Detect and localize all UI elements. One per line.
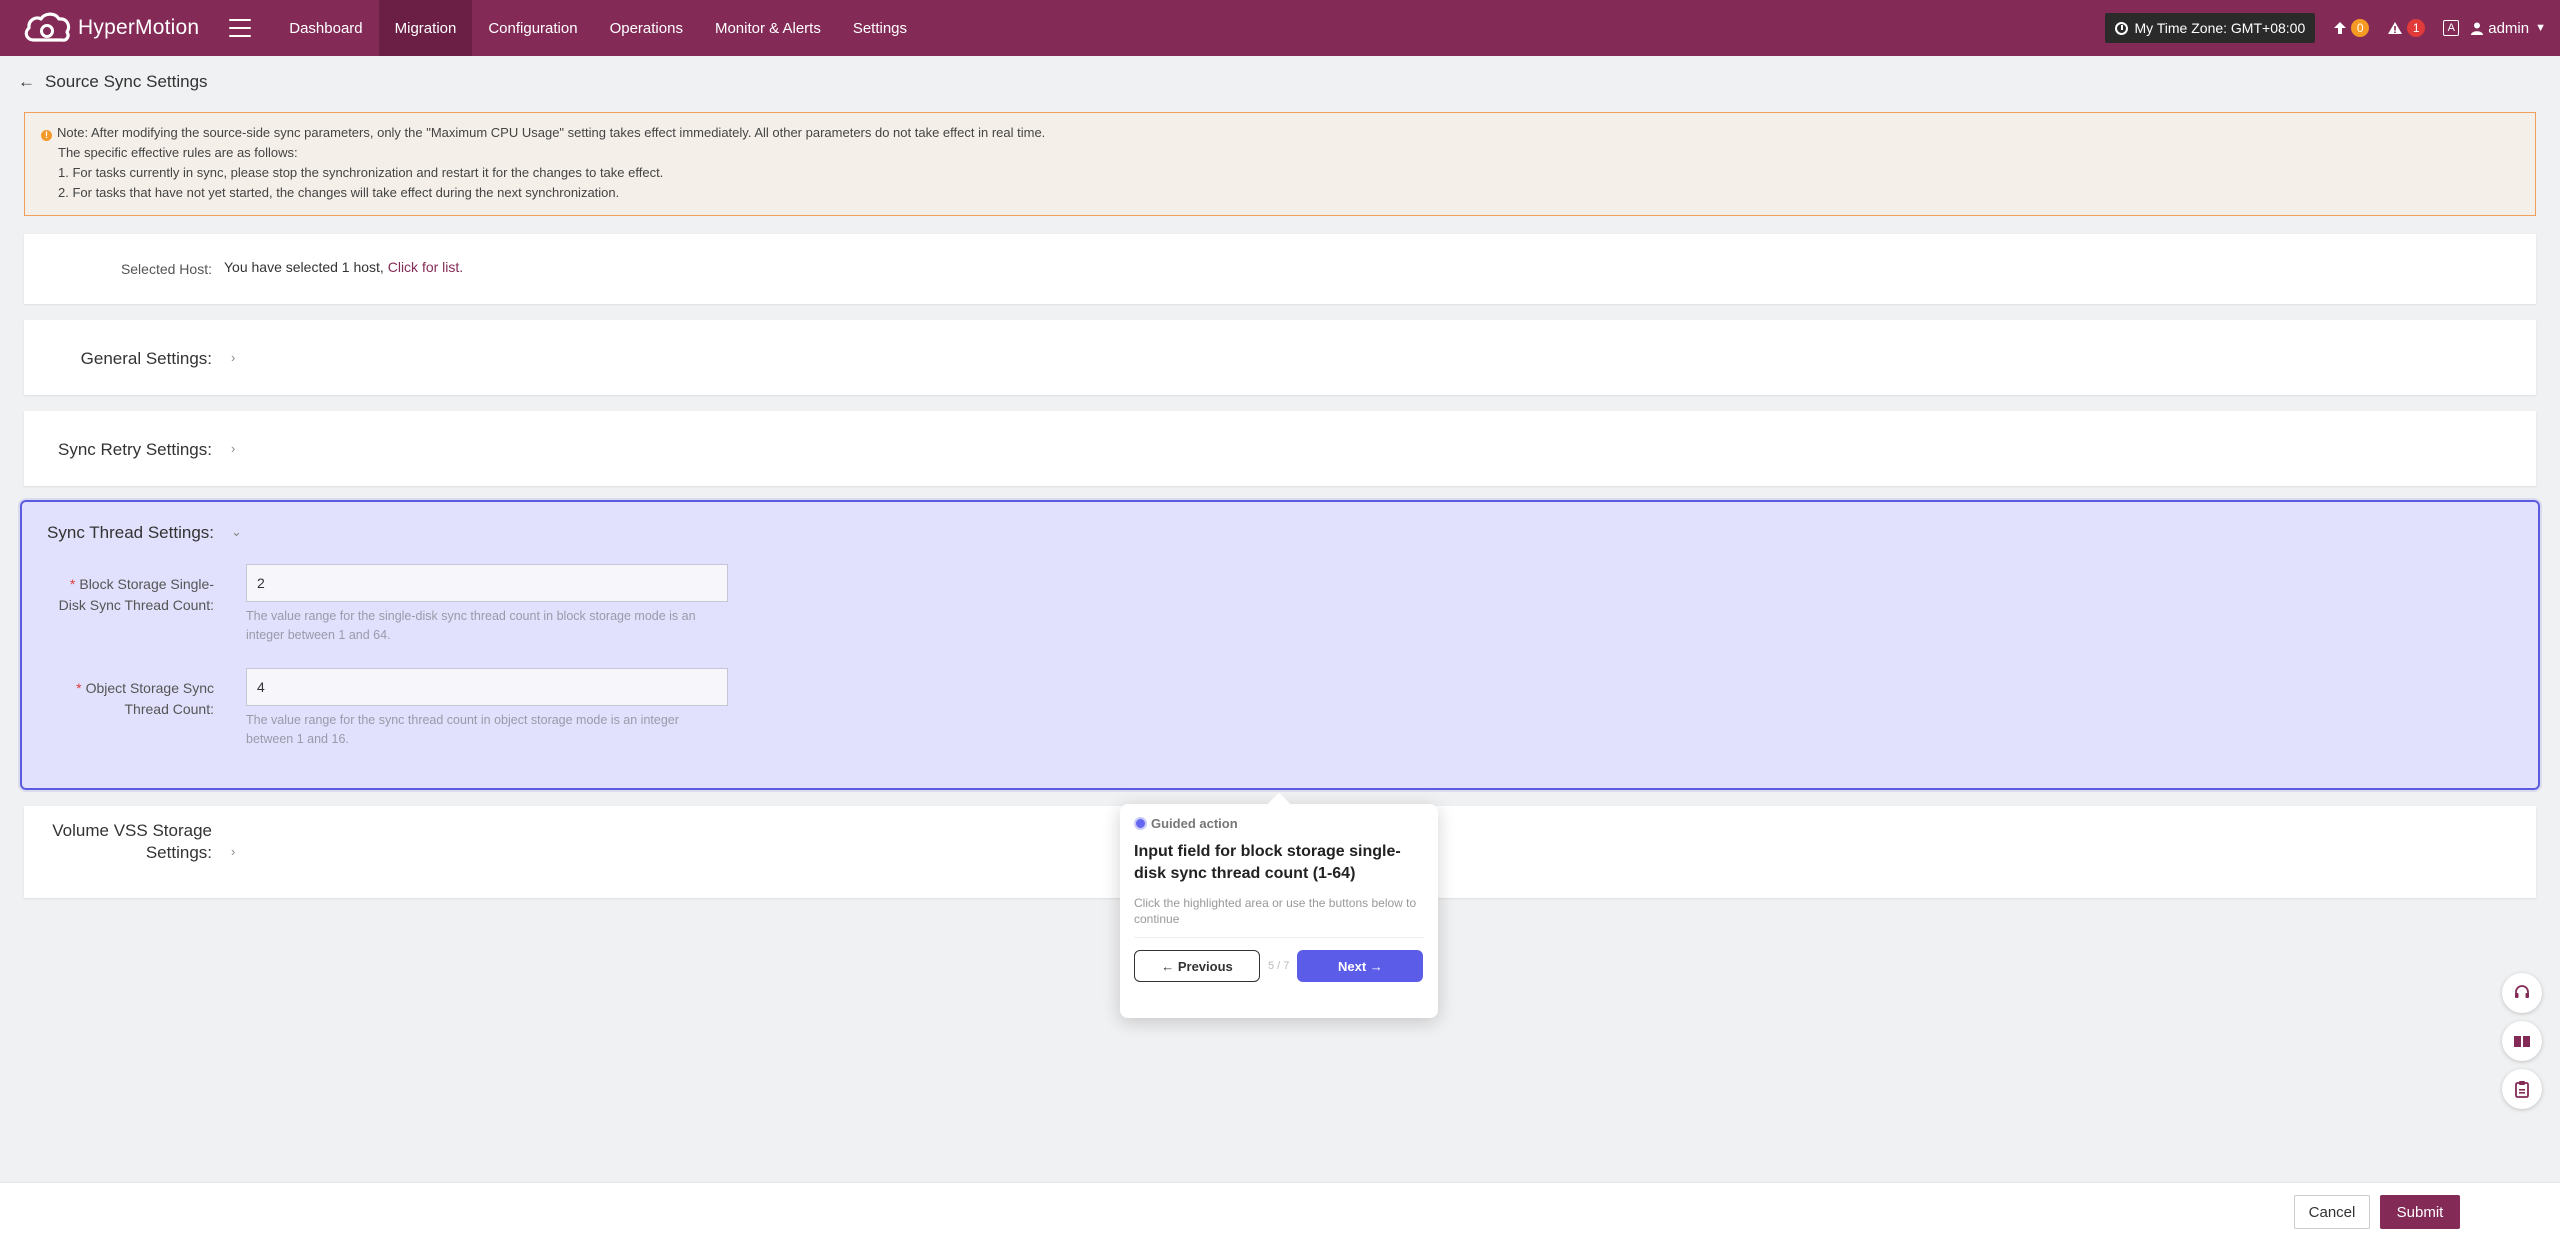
object-storage-thread-input[interactable] [246,668,728,706]
back-arrow-icon[interactable]: ← [18,72,35,92]
chevron-right-icon[interactable]: › [231,350,235,365]
nav-dashboard[interactable]: Dashboard [273,0,378,56]
chevron-down-icon[interactable]: ⌄ [231,524,242,540]
support-float-button[interactable] [2502,973,2542,1013]
notice-line-1: Note: After modifying the source-side sy… [57,125,1046,140]
upload-count-badge: 0 [2351,19,2370,37]
timezone-display[interactable]: My Time Zone: GMT+08:00 [2105,13,2316,43]
guide-previous-button[interactable]: ← Previous [1134,950,1260,982]
nav-configuration[interactable]: Configuration [472,0,593,56]
required-mark: * [69,576,76,592]
required-mark: * [76,680,82,696]
main-nav: Dashboard Migration Configuration Operat… [273,0,923,56]
block-storage-thread-label: * Block Storage Single- Disk Sync Thread … [58,576,214,613]
upload-tasks-button[interactable]: 0 [2333,19,2370,37]
docs-float-button[interactable] [2502,1021,2542,1061]
general-settings-panel[interactable]: General Settings: › [24,320,2536,395]
guide-step-counter: 5 / 7 [1268,960,1290,972]
selected-host-panel: Selected Host: You have selected 1 host,… [24,234,2536,304]
timezone-text: My Time Zone: GMT+08:00 [2134,20,2306,36]
nav-settings[interactable]: Settings [837,0,923,56]
block-storage-thread-input[interactable] [246,564,728,602]
chevron-right-icon[interactable]: › [231,844,235,859]
topbar-right: My Time Zone: GMT+08:00 0 1 A admin ▼ [2105,0,2560,56]
sync-thread-settings-panel: Sync Thread Settings: ⌄ * Block Storage S… [20,500,2540,790]
nav-monitor-alerts[interactable]: Monitor & Alerts [699,0,837,56]
clipboard-float-button[interactable] [2502,1069,2542,1109]
app-name: HyperMotion [78,16,200,39]
chevron-right-icon[interactable]: › [231,441,235,456]
clipboard-icon [2515,1081,2529,1098]
chevron-down-icon: ▼ [2535,22,2546,34]
cloud-logo-icon [24,12,71,42]
footer-bar: Cancel Submit [0,1182,2560,1242]
host-list-link[interactable]: Click for list. [388,259,463,275]
block-storage-thread-help: The value range for the single-disk sync… [246,609,696,642]
cancel-button[interactable]: Cancel [2294,1195,2370,1229]
guided-action-tag: Guided action [1134,816,1424,831]
guide-actions: ← Previous 5 / 7 Next → [1134,950,1424,982]
guide-divider [1134,937,1424,938]
guide-next-button[interactable]: Next → [1297,950,1424,982]
sync-retry-settings-title: Sync Retry Settings: [57,440,212,459]
notice-line-4: 2. For tasks that have not yet started, … [58,185,620,200]
warning-icon [2388,22,2403,34]
selected-host-text: You have selected 1 host, Click for list… [224,259,463,275]
selected-host-label: Selected Host: [120,261,212,277]
nav-operations[interactable]: Operations [594,0,699,56]
sync-retry-settings-panel[interactable]: Sync Retry Settings: › [24,411,2536,486]
guide-title: Input field for block storage single-dis… [1134,843,1401,882]
user-icon [2471,22,2484,35]
object-storage-thread-label: * Object Storage Sync Thread Count: [76,680,214,717]
object-storage-thread-help: The value range for the sync thread coun… [246,713,679,746]
headset-icon [2515,985,2529,998]
alerts-button[interactable]: 1 [2387,19,2426,37]
language-icon[interactable]: A [2443,20,2460,36]
page-title: Source Sync Settings [45,72,208,91]
alert-count-badge: 1 [2407,19,2426,37]
general-settings-title: General Settings: [80,349,212,368]
guide-description: Click the highlighted area or use the bu… [1134,896,1417,926]
upload-icon [2334,22,2347,34]
selected-host-summary: You have selected 1 host, [224,259,384,275]
username: admin [2488,19,2530,37]
guided-action-popover: Guided action Input field for block stor… [1120,804,1438,1018]
user-menu[interactable]: admin ▼ [2471,20,2546,37]
notice-line-3: 1. For tasks currently in sync, please s… [58,165,664,180]
page-header: ← Source Sync Settings [18,72,208,92]
sync-thread-settings-title: Sync Thread Settings: [47,523,214,542]
notice-box: ! Note: After modifying the source-side s… [24,112,2536,216]
warning-dot-icon: ! [41,130,52,141]
nav-migration[interactable]: Migration [378,0,473,56]
book-icon [2514,1036,2530,1047]
notice-line-2: The specific effective rules are as foll… [58,145,298,160]
top-navbar: HyperMotion Dashboard Migration Configur… [0,0,2560,56]
volume-vss-settings-title: Volume VSS Storage Settings: [52,821,212,862]
submit-button[interactable]: Submit [2380,1195,2460,1229]
menu-toggle-icon[interactable] [229,19,252,37]
brand[interactable]: HyperMotion [0,0,199,56]
clock-icon [2115,21,2129,35]
guide-dot-icon [1134,817,1147,830]
